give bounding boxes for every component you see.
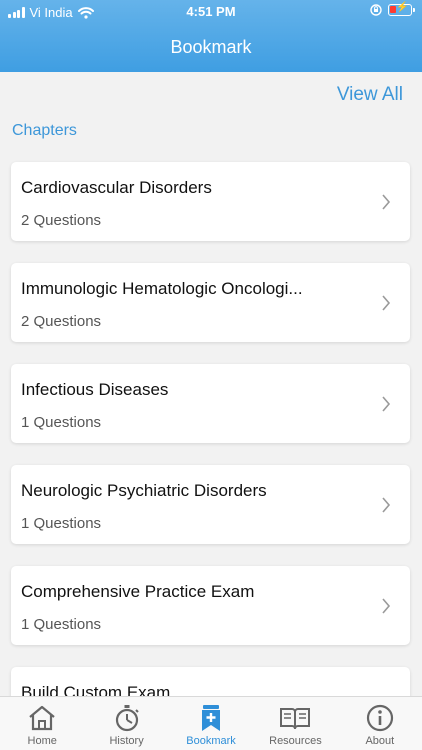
chapter-question-count: 1 Questions [21,515,102,532]
chapter-question-count: 2 Questions [21,212,102,229]
tab-resources[interactable]: Resources [253,697,337,750]
chevron-right-icon [382,194,391,210]
page-title: Bookmark [170,37,252,57]
tab-label: Bookmark [186,735,236,747]
tab-label: Resources [269,735,322,747]
chevron-right-icon [382,598,391,614]
chapter-question-count: 2 Questions [21,313,102,330]
chevron-right-icon [382,396,391,412]
tab-bar: Home History Bookmark Resources About [0,696,422,750]
tab-label: Home [27,735,57,747]
book-icon [280,708,311,730]
chapter-card[interactable]: Comprehensive Practice Exam 1 Questions [11,566,410,645]
stopwatch-icon [115,705,139,732]
info-icon [366,704,393,732]
tab-about[interactable]: About [338,697,422,750]
bookmark-icon [202,705,221,731]
home-icon [29,705,55,731]
chapter-title: Comprehensive Practice Exam [21,582,255,601]
chapter-question-count: 1 Questions [21,414,102,431]
chapter-title: Neurologic Psychiatric Disorders [21,481,267,500]
chapter-card[interactable]: Neurologic Psychiatric Disorders 1 Quest… [11,465,410,544]
tab-label: About [365,735,395,747]
tab-label: History [109,735,144,747]
chapter-card[interactable]: Cardiovascular Disorders 2 Questions [11,162,410,241]
chapter-question-count: 1 Questions [21,616,102,633]
chapter-title: Build Custom Exam [21,683,171,696]
build-custom-exam-card[interactable]: Build Custom Exam [11,667,410,696]
status-bar: Vi India 4:51 PM ⚡ [0,0,422,24]
header: Vi India 4:51 PM ⚡ Bookmark [0,0,422,72]
orientation-lock-icon [370,4,382,16]
view-all-link[interactable]: View All [337,84,403,106]
tab-history[interactable]: History [84,697,168,750]
chevron-right-icon [382,497,391,513]
chevron-right-icon [382,295,391,311]
tab-home[interactable]: Home [0,697,84,750]
chapter-card[interactable]: Immunologic Hematologic Oncologi... 2 Qu… [11,263,410,342]
chapter-card[interactable]: Infectious Diseases 1 Questions [11,364,410,443]
bookmark-content[interactable]: View All Chapters Cardiovascular Disorde… [0,72,422,696]
tab-bookmark[interactable]: Bookmark [169,697,253,750]
chapter-title: Infectious Diseases [21,380,169,399]
section-label-chapters: Chapters [12,122,77,139]
chapter-title: Immunologic Hematologic Oncologi... [21,279,303,298]
status-time: 4:51 PM [186,4,236,19]
chapter-title: Cardiovascular Disorders [21,178,212,197]
battery-icon: ⚡ [388,2,415,16]
